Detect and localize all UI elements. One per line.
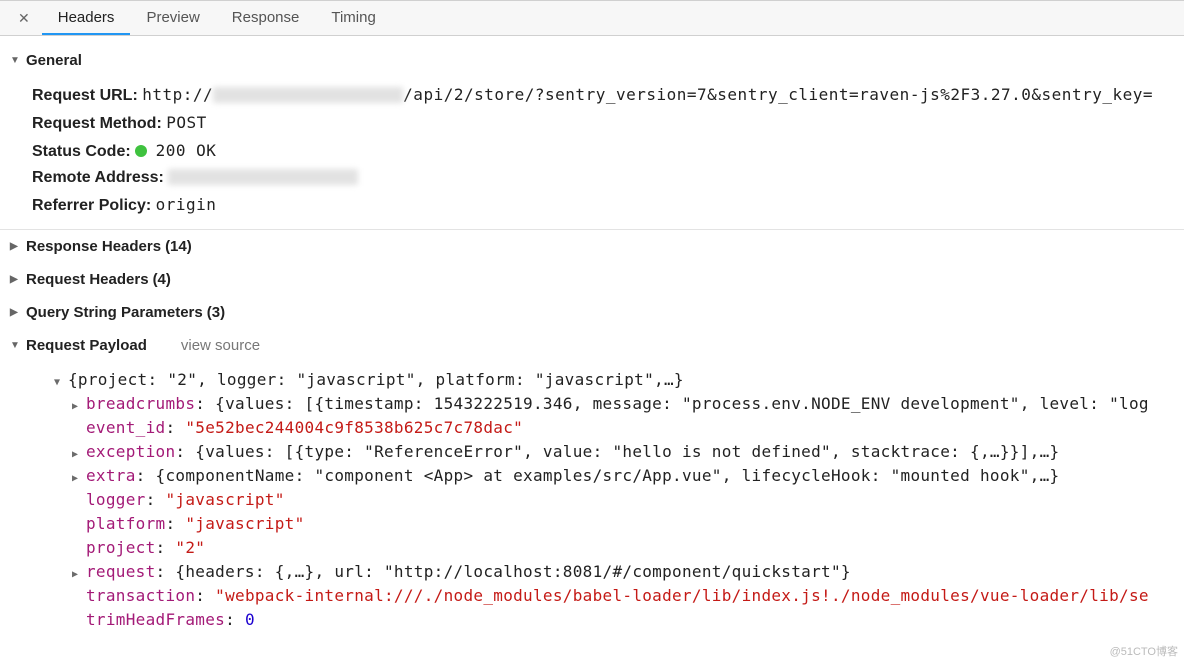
section-general[interactable]: ▼ General bbox=[0, 44, 1184, 77]
status-code: 200 OK bbox=[156, 141, 217, 160]
remote-address-label: Remote Address: bbox=[32, 169, 164, 186]
disclosure-right-icon: ▶ bbox=[72, 471, 86, 486]
general-details: Request URL: http:// /api/2/store/?sentry… bbox=[0, 77, 1184, 229]
tab-headers[interactable]: Headers bbox=[42, 1, 131, 35]
request-headers-count: (4) bbox=[153, 271, 171, 288]
payload-project[interactable]: project: "2" bbox=[32, 536, 1184, 560]
redacted-remote bbox=[168, 169, 358, 185]
payload-breadcrumbs[interactable]: ▶breadcrumbs: {values: [{timestamp: 1543… bbox=[32, 392, 1184, 416]
disclosure-right-icon: ▶ bbox=[10, 241, 22, 252]
section-title: Request Headers bbox=[26, 271, 149, 288]
watermark: @51CTO博客 bbox=[1110, 643, 1178, 659]
section-request-headers[interactable]: ▶ Request Headers (4) bbox=[0, 263, 1184, 296]
request-method: POST bbox=[166, 113, 207, 132]
section-title: Query String Parameters bbox=[26, 304, 203, 321]
status-code-label: Status Code: bbox=[32, 143, 131, 160]
tab-preview[interactable]: Preview bbox=[130, 1, 215, 35]
disclosure-down-icon: ▼ bbox=[10, 55, 22, 66]
view-source-link[interactable]: view source bbox=[181, 337, 260, 354]
url-suffix: /api/2/store/?sentry_version=7&sentry_cl… bbox=[403, 85, 1153, 104]
disclosure-right-icon: ▶ bbox=[10, 307, 22, 318]
section-title: Response Headers bbox=[26, 238, 161, 255]
tab-response[interactable]: Response bbox=[216, 1, 316, 35]
response-headers-count: (14) bbox=[165, 238, 192, 255]
close-icon[interactable]: ✕ bbox=[6, 10, 42, 27]
payload-event-id[interactable]: event_id: "5e52bec244004c9f8538b625c7c78… bbox=[32, 416, 1184, 440]
status-dot-icon bbox=[135, 145, 147, 157]
section-title: Request Payload bbox=[26, 337, 147, 354]
query-string-count: (3) bbox=[207, 304, 225, 321]
payload-root[interactable]: ▼{project: "2", logger: "javascript", pl… bbox=[32, 368, 1184, 392]
referrer-policy: origin bbox=[156, 195, 217, 214]
disclosure-right-icon: ▶ bbox=[10, 274, 22, 285]
disclosure-right-icon: ▶ bbox=[72, 399, 86, 414]
request-method-label: Request Method: bbox=[32, 115, 162, 132]
disclosure-down-icon: ▼ bbox=[54, 375, 68, 390]
payload-logger[interactable]: logger: "javascript" bbox=[32, 488, 1184, 512]
request-url-label: Request URL: bbox=[32, 87, 138, 104]
disclosure-right-icon: ▶ bbox=[72, 567, 86, 582]
section-title: General bbox=[26, 52, 82, 69]
payload-platform[interactable]: platform: "javascript" bbox=[32, 512, 1184, 536]
section-response-headers[interactable]: ▶ Response Headers (14) bbox=[0, 230, 1184, 263]
tab-timing[interactable]: Timing bbox=[315, 1, 391, 35]
disclosure-down-icon: ▼ bbox=[10, 340, 22, 351]
payload-tree: ▼{project: "2", logger: "javascript", pl… bbox=[0, 362, 1184, 632]
payload-extra[interactable]: ▶extra: {componentName: "component <App>… bbox=[32, 464, 1184, 488]
section-query-string[interactable]: ▶ Query String Parameters (3) bbox=[0, 296, 1184, 329]
payload-transaction[interactable]: transaction: "webpack-internal:///./node… bbox=[32, 584, 1184, 608]
url-prefix: http:// bbox=[142, 85, 213, 104]
payload-trim[interactable]: trimHeadFrames: 0 bbox=[32, 608, 1184, 632]
devtools-tabbar: ✕ Headers Preview Response Timing bbox=[0, 0, 1184, 36]
redacted-host bbox=[213, 87, 403, 103]
headers-panel: ▼ General Request URL: http:// /api/2/sto… bbox=[0, 44, 1184, 632]
referrer-policy-label: Referrer Policy: bbox=[32, 197, 151, 214]
payload-exception[interactable]: ▶exception: {values: [{type: "ReferenceE… bbox=[32, 440, 1184, 464]
payload-request[interactable]: ▶request: {headers: {,…}, url: "http://l… bbox=[32, 560, 1184, 584]
disclosure-right-icon: ▶ bbox=[72, 447, 86, 462]
section-request-payload[interactable]: ▼ Request Payload view source bbox=[0, 329, 1184, 362]
